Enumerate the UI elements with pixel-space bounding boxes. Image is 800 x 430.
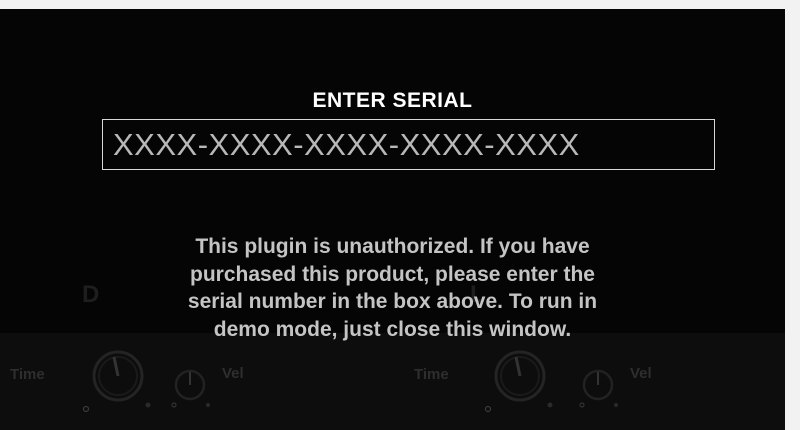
serial-input[interactable] [102, 119, 715, 170]
background-vel-label-right: Vel [630, 365, 652, 382]
enter-serial-title: ENTER SERIAL [312, 89, 473, 112]
background-time-label-left: Time [10, 366, 45, 383]
background-vel-label-left: Vel [222, 365, 244, 382]
serial-dialog-window: D L Time Vel Time Vel ENTER SERIAL This … [0, 9, 785, 430]
time-knob-icon-left [82, 350, 151, 413]
message-line-3: serial number in the box above. To run i… [187, 290, 598, 313]
message-line-4: demo mode, just close this window. [213, 317, 572, 341]
time-knob-icon-right [484, 350, 553, 413]
background-time-label-right: Time [414, 366, 449, 383]
unauthorized-message: This plugin is unauthorized. If you have… [60, 233, 725, 343]
message-line-2: purchased this product, please enter the [190, 262, 595, 286]
vel-knob-icon-right [579, 369, 618, 408]
message-line-1: This plugin is unauthorized. If you have [195, 235, 590, 258]
vel-knob-icon-left [171, 369, 210, 408]
